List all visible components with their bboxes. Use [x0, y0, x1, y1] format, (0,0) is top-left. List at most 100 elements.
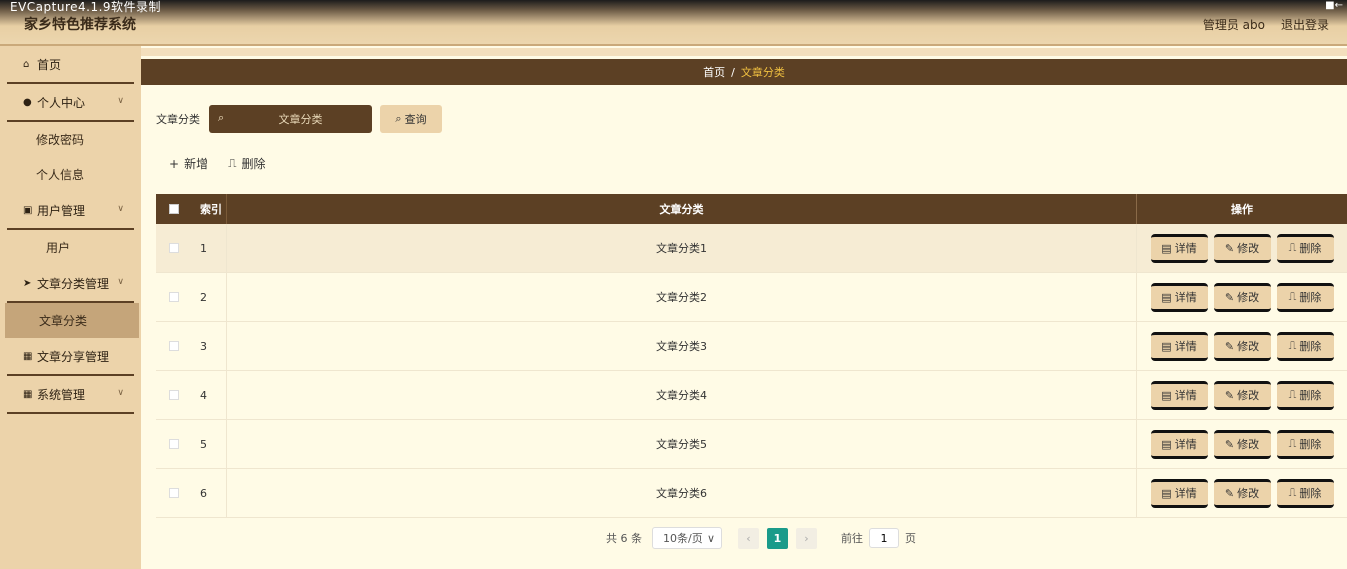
- header-ops: 操作: [1136, 194, 1347, 224]
- table-row: 4 文章分类4 ▤ 详情 ✎ 修改 ⎍ 删除: [156, 370, 1347, 420]
- next-page-button[interactable]: ›: [796, 527, 817, 549]
- sidebar-item-article-category-management[interactable]: ➤ 文章分类管理 ∨: [7, 265, 134, 303]
- search-icon: ⌕: [218, 111, 225, 124]
- admin-label[interactable]: 管理员 abo: [1203, 16, 1265, 33]
- id-card-icon: ▣: [23, 204, 33, 216]
- document-icon: ▤: [1161, 290, 1172, 304]
- sidebar-item-change-password[interactable]: 修改密码: [0, 122, 141, 157]
- batch-delete-button[interactable]: ⎍ 删除: [228, 155, 265, 172]
- detail-button-label: 详情: [1174, 242, 1197, 255]
- window-control-icon[interactable]: ■←: [1325, 0, 1343, 11]
- chevron-down-icon: ∨: [117, 96, 124, 106]
- row-name: 文章分类2: [656, 291, 707, 304]
- detail-button-label: 详情: [1174, 438, 1197, 451]
- sidebar-item-label: 文章分类管理: [37, 276, 110, 291]
- edit-button[interactable]: ✎ 修改: [1213, 478, 1271, 508]
- table-row: 6 文章分类6 ▤ 详情 ✎ 修改 ⎍ 删除: [156, 468, 1347, 518]
- sidebar-item-article-share[interactable]: ▦ 文章分享管理: [7, 338, 134, 376]
- detail-button[interactable]: ▤ 详情: [1150, 282, 1208, 312]
- row-select-cell: [156, 341, 191, 351]
- data-table: 索引 文章分类 操作 1 文章分类1 ▤ 详情 ✎ 修改 ⎍ 删除 2 文章分类2 ▤ 详情 ✎ 修改 ⎍ 删…: [156, 194, 1347, 518]
- chevron-down-icon: ∨: [117, 277, 124, 287]
- top-header: EVCapture4.1.9软件录制 家乡特色推荐系统 管理员 abo 退出登录…: [0, 0, 1347, 44]
- detail-button[interactable]: ▤ 详情: [1150, 429, 1208, 459]
- delete-button[interactable]: ⎍ 删除: [1276, 331, 1334, 361]
- sidebar-item-system-management[interactable]: ▦ 系统管理 ∨: [7, 376, 134, 414]
- row-name: 文章分类3: [656, 340, 707, 353]
- delete-button[interactable]: ⎍ 删除: [1276, 478, 1334, 508]
- row-checkbox[interactable]: [168, 439, 179, 449]
- sidebar-item-personal-info[interactable]: 个人信息: [0, 157, 141, 192]
- edit-button[interactable]: ✎ 修改: [1213, 429, 1271, 459]
- delete-button[interactable]: ⎍ 删除: [1276, 429, 1334, 459]
- row-checkbox[interactable]: [168, 243, 179, 253]
- delete-button[interactable]: ⎍ 删除: [1276, 282, 1334, 312]
- delete-button-label: 删除: [1299, 487, 1322, 500]
- sidebar-item-user-management[interactable]: ▣ 用户管理 ∨: [7, 192, 134, 230]
- search-input-wrapper: ⌕: [209, 105, 372, 133]
- delete-button-label: 删除: [1299, 242, 1322, 255]
- main-content: 首页 / 文章分类 文章分类 ⌕ ⌕ 查询 + 新增 ⎍ 删除 索引 文章分类 …: [141, 46, 1347, 569]
- row-index: 3: [191, 321, 227, 371]
- search-bar: 文章分类 ⌕ ⌕ 查询: [156, 105, 442, 133]
- row-checkbox[interactable]: [168, 390, 179, 400]
- logout-link[interactable]: 退出登录: [1281, 16, 1329, 33]
- sidebar-item-home[interactable]: ⌂ 首页: [7, 46, 134, 84]
- row-checkbox[interactable]: [168, 341, 179, 351]
- page-number-button[interactable]: 1: [767, 527, 788, 549]
- query-button[interactable]: ⌕ 查询: [380, 105, 442, 133]
- goto-label: 前往: [841, 532, 863, 545]
- select-all-checkbox[interactable]: [168, 204, 179, 214]
- sidebar-item-users[interactable]: 用户: [0, 230, 141, 265]
- detail-button-label: 详情: [1174, 340, 1197, 353]
- row-checkbox[interactable]: [168, 292, 179, 302]
- query-button-label: 查询: [404, 114, 427, 126]
- detail-button[interactable]: ▤ 详情: [1150, 478, 1208, 508]
- trash-icon: ⎍: [1288, 486, 1297, 499]
- search-input[interactable]: [233, 105, 368, 133]
- edit-button[interactable]: ✎ 修改: [1213, 380, 1271, 410]
- detail-button-label: 详情: [1174, 487, 1197, 500]
- row-select-cell: [156, 292, 191, 302]
- chevron-down-icon: ∨: [117, 204, 124, 214]
- goto-page: 前往 页: [841, 528, 916, 548]
- goto-page-input[interactable]: [869, 528, 899, 548]
- home-icon: ⌂: [23, 58, 30, 70]
- edit-button[interactable]: ✎ 修改: [1213, 233, 1271, 263]
- row-name: 文章分类6: [656, 487, 707, 500]
- detail-button[interactable]: ▤ 详情: [1150, 380, 1208, 410]
- add-button[interactable]: + 新增: [169, 155, 208, 172]
- edit-button[interactable]: ✎ 修改: [1213, 331, 1271, 361]
- edit-button-label: 修改: [1237, 340, 1260, 353]
- row-actions: ▤ 详情 ✎ 修改 ⎍ 删除: [1136, 370, 1347, 420]
- breadcrumb-home[interactable]: 首页: [703, 64, 725, 80]
- pencil-icon: ✎: [1224, 486, 1235, 500]
- prev-page-button[interactable]: ‹: [738, 527, 759, 549]
- document-icon: ▤: [1161, 241, 1172, 255]
- edit-button-label: 修改: [1237, 389, 1260, 402]
- detail-button[interactable]: ▤ 详情: [1150, 331, 1208, 361]
- row-checkbox[interactable]: [168, 488, 179, 498]
- sidebar-item-label: 系统管理: [37, 387, 86, 402]
- page-size-value: 10条/页: [663, 532, 703, 545]
- action-bar: + 新增 ⎍ 删除: [169, 155, 266, 172]
- row-actions: ▤ 详情 ✎ 修改 ⎍ 删除: [1136, 468, 1347, 518]
- delete-button-label: 删除: [1299, 340, 1322, 353]
- row-actions: ▤ 详情 ✎ 修改 ⎍ 删除: [1136, 223, 1347, 273]
- edit-button[interactable]: ✎ 修改: [1213, 282, 1271, 312]
- pencil-icon: ✎: [1224, 437, 1235, 451]
- sidebar-item-personal-center[interactable]: ● 个人中心 ∨: [7, 84, 134, 122]
- sidebar-item-article-category[interactable]: 文章分类: [5, 303, 139, 338]
- delete-button[interactable]: ⎍ 删除: [1276, 233, 1334, 263]
- row-name: 文章分类4: [656, 389, 707, 402]
- delete-button[interactable]: ⎍ 删除: [1276, 380, 1334, 410]
- add-button-label: 新增: [184, 157, 209, 171]
- grid-icon: ▦: [23, 388, 33, 400]
- page-size-select[interactable]: 10条/页 ∨: [652, 527, 722, 549]
- breadcrumb: 首页 / 文章分类: [141, 59, 1347, 85]
- row-index: 1: [191, 223, 227, 273]
- breadcrumb-separator: /: [731, 65, 735, 79]
- trash-icon: ⎍: [228, 156, 237, 170]
- send-icon: ➤: [23, 277, 32, 289]
- detail-button[interactable]: ▤ 详情: [1150, 233, 1208, 263]
